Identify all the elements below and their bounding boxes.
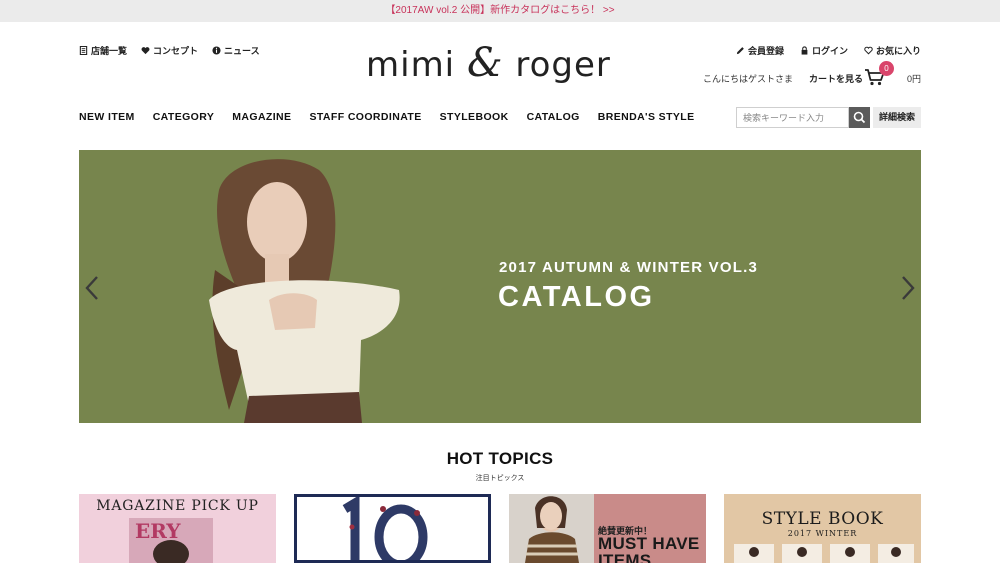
pencil-icon (736, 47, 744, 55)
logo-part1: mimi (366, 45, 467, 85)
advanced-search-button[interactable]: 詳細検索 (873, 107, 921, 128)
hot-topics-title: HOT TOPICS (446, 449, 554, 468)
model-photo-image (509, 494, 594, 563)
concept-label: コンセプト (153, 46, 199, 56)
hero-subtitle: 2017 AUTUMN & WINTER VOL.3 (499, 259, 759, 276)
carousel-next-arrow[interactable] (897, 274, 917, 302)
carousel-prev-arrow[interactable] (83, 274, 103, 302)
view-cart-link[interactable]: カートを見る (809, 72, 863, 85)
guest-greeting: こんにちはゲストさま (703, 74, 794, 84)
concept-link[interactable]: コンセプト (141, 44, 198, 57)
nav-magazine[interactable]: MAGAZINE (232, 111, 291, 123)
lock-icon (801, 46, 808, 55)
hot-topics-subtitle: 注目トピックス (475, 475, 525, 482)
nav-stylebook[interactable]: STYLEBOOK (440, 111, 509, 123)
topic-tile-magazine[interactable]: MAGAZINE PICK UP ERY (79, 494, 276, 563)
nav-new-item[interactable]: NEW ITEM (79, 111, 135, 123)
logo-part2: roger (503, 45, 611, 85)
logo-ampersand: & (466, 40, 504, 86)
topic-tile-anniversary[interactable] (294, 494, 491, 563)
topic-tile-big-label: MUST HAVE ITEMS (598, 534, 700, 563)
cart-total: 0円 (906, 74, 921, 84)
favorites-link[interactable]: お気に入り (864, 44, 921, 57)
search-button[interactable] (849, 107, 870, 128)
anniversary-10-graphic (342, 497, 428, 560)
register-link[interactable]: 会員登録 (736, 44, 784, 57)
shop-list-icon (79, 46, 88, 55)
cart-count-badge: 0 (879, 61, 894, 76)
favorites-label: お気に入り (875, 46, 921, 56)
svg-text:ERY: ERY (135, 519, 181, 543)
utility-nav-left: 店舗一覧 コンセプト ニュース (79, 44, 260, 57)
nav-category[interactable]: CATEGORY (153, 111, 215, 123)
hero-title: CATALOG (498, 281, 655, 313)
nav-catalog[interactable]: CATALOG (527, 111, 580, 123)
news-label: ニュース (224, 46, 260, 56)
store-list-label: 店舗一覧 (91, 46, 128, 56)
nav-staff-coordinate[interactable]: STAFF COORDINATE (309, 111, 421, 123)
magazine-cover-image: ERY (129, 518, 213, 563)
main-nav: NEW ITEM CATEGORY MAGAZINE STAFF COORDIN… (79, 111, 695, 123)
nav-brendas-style[interactable]: BRENDA'S STYLE (598, 111, 695, 123)
search-icon (853, 111, 866, 124)
hot-topics-tiles: MAGAZINE PICK UP ERY 絶賛更新中！ MUST HAVE IT… (79, 494, 921, 563)
heart-icon (141, 47, 150, 55)
brand-logo[interactable]: mimi & roger (366, 40, 610, 86)
register-label: 会員登録 (747, 46, 784, 56)
store-list-link[interactable]: 店舗一覧 (79, 44, 127, 57)
hero-banner[interactable]: 2017 AUTUMN & WINTER VOL.3 CATALOG (79, 150, 921, 423)
topic-tile-must-have[interactable]: 絶賛更新中！ MUST HAVE ITEMS (509, 494, 706, 563)
topic-tile-stylebook[interactable]: STYLE BOOK 2017 WINTER (724, 494, 921, 563)
info-icon (212, 46, 221, 55)
heart-outline-icon (864, 46, 873, 55)
login-label: ログイン (811, 46, 848, 56)
news-link[interactable]: ニュース (212, 44, 260, 57)
announcement-bar[interactable]: 【2017AW vol.2 公開】新作カタログはこちら！ >> (0, 0, 1000, 22)
stylebook-thumbnails-image (734, 544, 914, 563)
utility-nav-right: 会員登録 ログイン お気に入り (736, 44, 921, 57)
login-link[interactable]: ログイン (800, 44, 848, 57)
search-input[interactable] (736, 107, 849, 128)
